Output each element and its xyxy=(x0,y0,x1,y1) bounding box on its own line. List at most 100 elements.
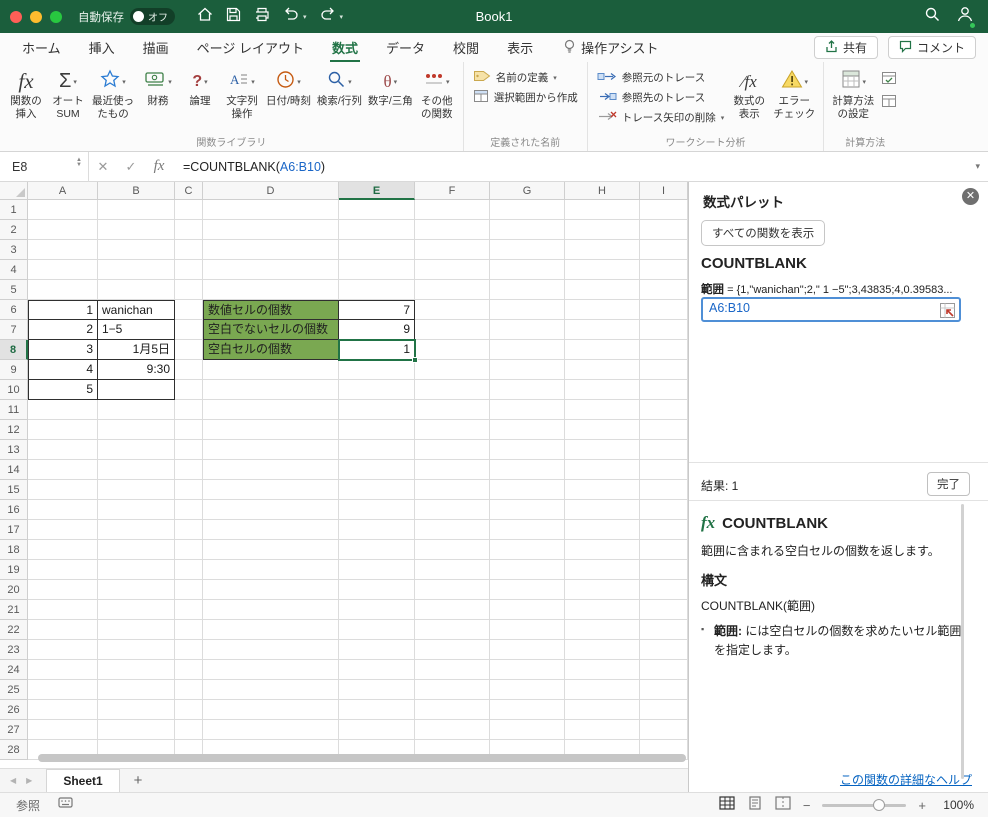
remove-arrows-button[interactable]: トレース矢印の削除 ▾ xyxy=(597,109,724,126)
row-header-8[interactable]: 8 xyxy=(0,340,28,360)
cell-E7[interactable]: 9 xyxy=(339,320,415,340)
show-all-functions-button[interactable]: すべての関数を表示 xyxy=(701,220,826,246)
range-argument-input[interactable]: A6:B10 xyxy=(701,297,961,322)
tell-me-assistant[interactable]: 操作アシスト xyxy=(563,38,659,57)
row-header-24[interactable]: 24 xyxy=(0,660,28,680)
tab-view[interactable]: 表示 xyxy=(505,33,535,63)
sheet-tab-sheet1[interactable]: Sheet1 xyxy=(46,768,120,793)
add-sheet-button[interactable]: + xyxy=(134,772,143,789)
select-all-corner[interactable] xyxy=(0,182,28,200)
logical-button[interactable]: ? ▾ 論理 xyxy=(179,65,221,111)
cell-D6[interactable]: 数値セルの個数 xyxy=(203,300,339,320)
cell-A8[interactable]: 3 xyxy=(28,340,98,360)
row-header-10[interactable]: 10 xyxy=(0,380,28,400)
cell-D8[interactable]: 空白セルの個数 xyxy=(203,340,339,360)
next-sheet-icon[interactable]: ▶ xyxy=(26,776,32,785)
prev-sheet-icon[interactable]: ◀ xyxy=(10,776,16,785)
redo-dropdown-icon[interactable]: ▾ xyxy=(340,13,344,21)
show-formulas-button[interactable]: ∕fx 数式の 表示 xyxy=(728,65,770,124)
insert-function-icon[interactable]: fx xyxy=(145,158,173,175)
column-header-E[interactable]: E xyxy=(339,182,415,200)
trace-dependents-button[interactable]: 参照先のトレース xyxy=(597,89,725,106)
row-header-9[interactable]: 9 xyxy=(0,360,28,380)
row-header-13[interactable]: 13 xyxy=(0,440,28,460)
tab-home[interactable]: ホーム xyxy=(20,33,63,63)
recently-used-button[interactable]: ▾ 最近使っ たもの xyxy=(89,65,137,124)
create-from-selection-button[interactable]: 選択範囲から作成 xyxy=(473,89,578,106)
row-header-25[interactable]: 25 xyxy=(0,680,28,700)
tab-draw[interactable]: 描画 xyxy=(141,33,171,63)
close-window-button[interactable] xyxy=(10,10,22,23)
normal-view-icon[interactable] xyxy=(719,795,735,815)
cancel-entry-icon[interactable]: ✕ xyxy=(89,159,117,175)
row-header-27[interactable]: 27 xyxy=(0,720,28,740)
function-help-link[interactable]: この関数の詳細なヘルプ xyxy=(840,771,972,788)
tab-review[interactable]: 校閲 xyxy=(451,33,481,63)
minimize-window-button[interactable] xyxy=(30,10,42,23)
search-icon[interactable] xyxy=(924,6,940,27)
tab-formulas[interactable]: 数式 xyxy=(330,33,361,63)
save-icon[interactable] xyxy=(226,7,241,27)
row-header-23[interactable]: 23 xyxy=(0,640,28,660)
financial-button[interactable]: ▾ 財務 xyxy=(137,65,179,111)
cell-E6[interactable]: 7 xyxy=(339,300,415,320)
share-button[interactable]: 共有 xyxy=(813,36,878,59)
zoom-in-icon[interactable]: + xyxy=(918,798,926,813)
cell-A6[interactable]: 1 xyxy=(28,300,98,320)
zoom-window-button[interactable] xyxy=(50,10,62,23)
cell-B7[interactable]: 1−5 xyxy=(98,320,175,340)
define-name-button[interactable]: 名前の定義 ▾ xyxy=(473,69,578,86)
column-header-A[interactable]: A xyxy=(28,182,98,200)
row-header-2[interactable]: 2 xyxy=(0,220,28,240)
row-header-12[interactable]: 12 xyxy=(0,420,28,440)
sheet-grid[interactable]: A B C D E F G H I 1 2 3 4 5 6 7 8 9 10 11 12 13 14 15 16 17 18 19 20… xyxy=(0,182,688,768)
row-header-18[interactable]: 18 xyxy=(0,540,28,560)
account-avatar[interactable] xyxy=(956,5,976,29)
autosum-button[interactable]: Σ ▾ オート SUM xyxy=(47,65,89,124)
cell-D7[interactable]: 空白でないセルの個数 xyxy=(203,320,339,340)
row-header-5[interactable]: 5 xyxy=(0,280,28,300)
done-button[interactable]: 完了 xyxy=(927,472,970,496)
zoom-out-icon[interactable]: − xyxy=(803,798,811,813)
tab-data[interactable]: データ xyxy=(384,33,427,63)
fill-handle[interactable] xyxy=(412,357,418,363)
calculate-now-icon[interactable] xyxy=(881,71,897,90)
row-header-11[interactable]: 11 xyxy=(0,400,28,420)
more-functions-button[interactable]: ▾ その他 の関数 xyxy=(416,65,458,124)
column-header-G[interactable]: G xyxy=(490,182,565,200)
trace-precedents-button[interactable]: 参照元のトレース xyxy=(597,69,725,86)
tab-page-layout[interactable]: ページ レイアウト xyxy=(195,33,306,63)
text-functions-button[interactable]: A ▾ 文字列 操作 xyxy=(221,65,263,124)
math-trig-button[interactable]: θ ▾ 数字/三角 xyxy=(365,65,416,111)
name-box-stepper[interactable]: ▲ ▼ xyxy=(76,157,82,169)
calculation-options-button[interactable]: ▾ 計算方法 の設定 xyxy=(829,65,877,124)
cell-B9[interactable]: 9:30 xyxy=(98,360,175,380)
confirm-entry-icon[interactable]: ✓ xyxy=(117,159,145,175)
formula-bar-expand-icon[interactable]: ▾ xyxy=(975,161,980,172)
zoom-slider[interactable] xyxy=(822,798,907,811)
cell-B10[interactable] xyxy=(98,380,175,400)
insert-function-button[interactable]: fx 関数の 挿入 xyxy=(5,65,47,124)
row-header-22[interactable]: 22 xyxy=(0,620,28,640)
error-checking-button[interactable]: ▾ エラー チェック xyxy=(770,65,818,124)
home-icon[interactable] xyxy=(197,7,213,27)
row-header-1[interactable]: 1 xyxy=(0,200,28,220)
keyboard-icon[interactable] xyxy=(58,796,73,814)
row-header-6[interactable]: 6 xyxy=(0,300,28,320)
undo-dropdown-icon[interactable]: ▾ xyxy=(303,13,307,21)
page-break-view-icon[interactable] xyxy=(775,795,791,815)
range-picker-icon[interactable] xyxy=(939,302,956,324)
undo-icon[interactable] xyxy=(283,7,299,26)
cell-A9[interactable]: 4 xyxy=(28,360,98,380)
row-header-21[interactable]: 21 xyxy=(0,600,28,620)
row-header-14[interactable]: 14 xyxy=(0,460,28,480)
row-header-3[interactable]: 3 xyxy=(0,240,28,260)
print-icon[interactable] xyxy=(254,7,270,27)
row-header-17[interactable]: 17 xyxy=(0,520,28,540)
lookup-reference-button[interactable]: ▾ 検索/行列 xyxy=(314,65,365,111)
comments-button[interactable]: コメント xyxy=(887,36,976,59)
close-icon[interactable]: ✕ xyxy=(962,188,979,205)
row-header-7[interactable]: 7 xyxy=(0,320,28,340)
horizontal-scrollbar[interactable] xyxy=(38,754,686,762)
row-header-16[interactable]: 16 xyxy=(0,500,28,520)
